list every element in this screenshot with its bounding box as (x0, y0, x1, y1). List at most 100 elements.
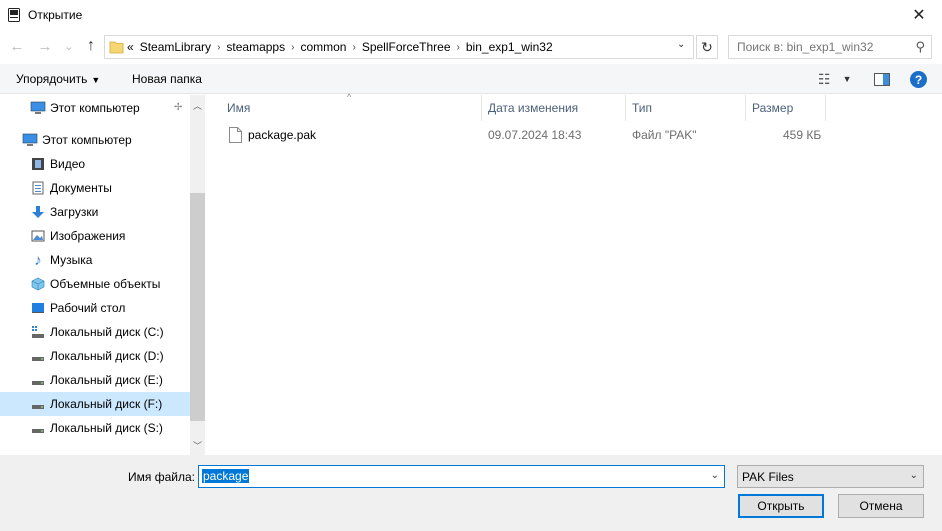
address-bar[interactable]: « SteamLibrary › steamapps › common › Sp… (104, 35, 694, 59)
sidebar-item-label: Видео (50, 157, 86, 171)
breadcrumb-item[interactable]: SpellForceThree (362, 40, 451, 54)
back-button[interactable]: ← (8, 37, 26, 55)
column-label: Имя (227, 101, 251, 115)
breadcrumb-separator-icon[interactable]: › (352, 42, 355, 53)
music-icon: ♪ (34, 251, 42, 269)
quick-access-this-pc[interactable]: Этот компьютер (30, 96, 190, 120)
sidebar-item-this-pc[interactable]: Этот компьютер (22, 128, 190, 152)
filename-label: Имя файла: (128, 470, 195, 484)
breadcrumb-separator-icon[interactable]: › (217, 42, 220, 53)
column-divider[interactable] (745, 95, 746, 121)
sidebar-item-label: Этот компьютер (50, 101, 140, 115)
organize-label: Упорядочить (16, 72, 88, 86)
sidebar-item-label: Объемные объекты (50, 277, 161, 291)
file-row[interactable]: package.pak 09.07.2024 18:43 Файл "PAK" … (207, 125, 942, 147)
breadcrumb-overflow[interactable]: « (127, 40, 134, 54)
sidebar-item-drive-s[interactable]: Локальный диск (S:) (30, 416, 190, 440)
filename-value[interactable]: package (202, 469, 250, 483)
sort-ascending-icon: ^ (347, 92, 352, 102)
computer-icon (30, 100, 46, 116)
title-bar: Открытие ✕ (0, 0, 942, 30)
navigation-pane[interactable]: Этот компьютер ✢ Этот компьютер Видео До… (0, 95, 205, 455)
breadcrumb-separator-icon[interactable]: › (291, 42, 294, 53)
column-label: Дата изменения (488, 101, 579, 115)
column-header-type[interactable]: Тип (632, 95, 652, 121)
sidebar-item-desktop[interactable]: Рабочий стол (30, 296, 190, 320)
sidebar-item-label: Загрузки (50, 205, 99, 219)
file-type-filter[interactable]: PAK Files ⌄ (737, 465, 924, 488)
scrollbar-thumb[interactable] (190, 193, 205, 421)
filter-value: PAK Files (742, 470, 794, 484)
forward-button[interactable]: → (36, 37, 54, 55)
open-button[interactable]: Открыть (738, 494, 824, 518)
up-button[interactable]: ↑ (82, 37, 100, 55)
close-button[interactable]: ✕ (896, 0, 942, 30)
column-divider[interactable] (625, 95, 626, 121)
up-arrow-icon: ↑ (87, 37, 95, 54)
file-name: package.pak (248, 128, 317, 142)
sidebar-item-label: Музыка (50, 253, 93, 267)
breadcrumb-item[interactable]: SteamLibrary (140, 40, 211, 54)
sidebar-item-label: Изображения (50, 229, 126, 243)
file-list[interactable]: ^ Имя Дата изменения Тип Размер package.… (207, 92, 942, 455)
column-label: Тип (632, 101, 653, 115)
cancel-button[interactable]: Отмена (838, 494, 924, 518)
3d-objects-icon (30, 276, 46, 292)
scroll-down-icon[interactable]: ﹀ (193, 439, 202, 452)
file-date: 09.07.2024 18:43 (488, 128, 582, 142)
recent-locations-button[interactable]: ⌄ (60, 37, 78, 55)
column-divider[interactable] (481, 95, 482, 121)
view-options-button[interactable]: ☷ ▼ (818, 70, 851, 88)
video-icon (30, 156, 46, 172)
breadcrumb-separator-icon[interactable]: › (457, 42, 460, 53)
back-arrow-icon: ← (9, 37, 25, 55)
sidebar-item-drive-d[interactable]: Локальный диск (D:) (30, 344, 190, 368)
drive-icon (30, 420, 46, 436)
breadcrumb-item[interactable]: steamapps (226, 40, 285, 54)
desktop-icon (30, 300, 46, 316)
close-icon: ✕ (912, 7, 926, 24)
system-drive-icon (30, 324, 46, 340)
app-icon (8, 8, 20, 22)
chevron-down-icon[interactable]: ⌄ (910, 470, 918, 481)
filename-field[interactable]: package ⌄ (198, 465, 725, 488)
column-header-name[interactable]: Имя (227, 95, 250, 121)
breadcrumb-item[interactable]: bin_exp1_win32 (466, 40, 553, 54)
sidebar-item-drive-f[interactable]: Локальный диск (F:) (0, 392, 190, 416)
sidebar-item-downloads[interactable]: Загрузки (30, 200, 190, 224)
column-header-date[interactable]: Дата изменения (488, 95, 578, 121)
address-dropdown-icon[interactable]: ⌄ (677, 39, 685, 50)
search-input[interactable] (729, 36, 909, 58)
sidebar-item-video[interactable]: Видео (30, 152, 190, 176)
sidebar-item-drive-c[interactable]: Локальный диск (C:) (30, 320, 190, 344)
search-icon[interactable]: ⚲ (915, 39, 925, 55)
search-box[interactable]: ⚲ (728, 35, 932, 59)
breadcrumb-item[interactable]: common (300, 40, 346, 54)
file-size: 459 КБ (783, 128, 822, 142)
help-button[interactable]: ? (910, 71, 927, 88)
view-details-icon: ☷ (818, 70, 831, 87)
chevron-down-icon[interactable]: ⌄ (711, 470, 719, 481)
sidebar-scrollbar[interactable]: ︿ ﹀ (190, 95, 205, 455)
sidebar-item-drive-e[interactable]: Локальный диск (E:) (30, 368, 190, 392)
preview-pane-icon[interactable] (874, 73, 890, 86)
address-row: ← → ⌄ ↑ « SteamLibrary › steamapps › com… (0, 33, 942, 61)
new-folder-button[interactable]: Новая папка (132, 72, 202, 86)
pictures-icon (30, 228, 46, 244)
command-bar: Упорядочить ▼ Новая папка ☷ ▼ ? (0, 64, 942, 94)
sidebar-item-label: Локальный диск (F:) (50, 397, 163, 411)
column-header-size[interactable]: Размер (752, 95, 793, 121)
documents-icon (30, 180, 46, 196)
sidebar-item-label: Локальный диск (S:) (50, 421, 163, 435)
column-divider[interactable] (825, 95, 826, 121)
sidebar-item-pictures[interactable]: Изображения (30, 224, 190, 248)
sidebar-item-3d-objects[interactable]: Объемные объекты (30, 272, 190, 296)
organize-button[interactable]: Упорядочить ▼ (16, 72, 100, 86)
sidebar-item-label: Локальный диск (C:) (50, 325, 164, 339)
sidebar-item-music[interactable]: ♪ Музыка (30, 248, 190, 272)
scroll-up-icon[interactable]: ︿ (193, 99, 202, 112)
refresh-button[interactable]: ↻ (696, 35, 718, 59)
sidebar-item-label: Локальный диск (D:) (50, 349, 164, 363)
sidebar-item-documents[interactable]: Документы (30, 176, 190, 200)
new-folder-label: Новая папка (132, 72, 202, 86)
